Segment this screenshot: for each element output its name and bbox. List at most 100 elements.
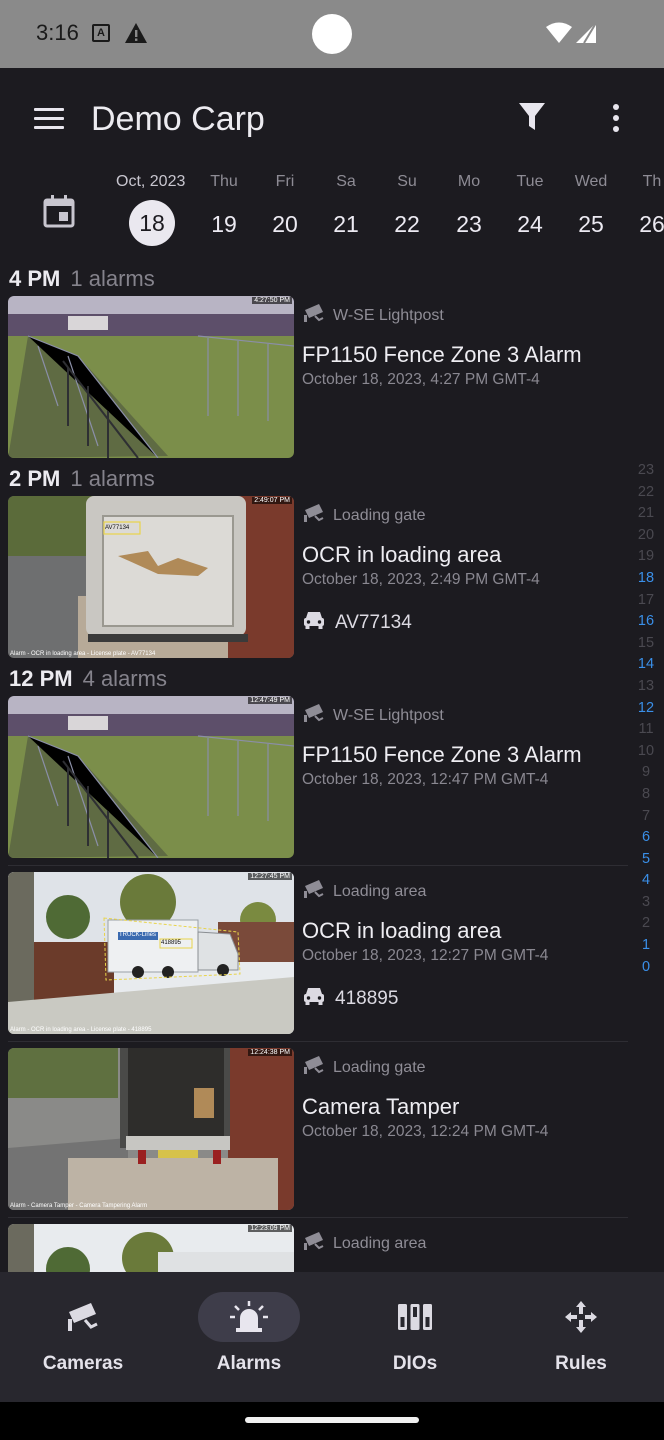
- section-count: 1 alarms: [70, 266, 155, 291]
- nav-dios[interactable]: DIOs: [332, 1272, 498, 1402]
- camera-cutout: [312, 14, 352, 54]
- camera-name: Loading area: [333, 882, 427, 900]
- day-of-week: Su: [397, 173, 417, 190]
- scroller-hour[interactable]: 9: [632, 764, 660, 786]
- nav-cameras[interactable]: Cameras: [0, 1272, 166, 1402]
- car-icon: [303, 611, 325, 635]
- alarm-title: FP1150 Fence Zone 3 Alarm: [302, 742, 582, 767]
- dio-icon: [395, 1300, 435, 1334]
- page-title: Demo Carp: [91, 100, 265, 138]
- scroller-hour[interactable]: 11: [632, 721, 660, 743]
- alarm-title: OCR in loading area: [302, 542, 502, 567]
- alarm-thumbnail[interactable]: 12:23:09 PM: [8, 1224, 294, 1272]
- nav-label: Alarms: [216, 1353, 282, 1374]
- alarm-item[interactable]: 4:27:50 PM W-SE Lightpost FP1150 Fence Z…: [0, 296, 630, 458]
- wifi-icon: [546, 22, 572, 49]
- scroller-hour[interactable]: 6: [632, 829, 660, 851]
- scroller-hour[interactable]: 10: [632, 743, 660, 765]
- alarm-thumbnail[interactable]: 2:49:07 PM AV77134 Alarm - OCR in loadin…: [8, 496, 294, 658]
- day-23[interactable]: Mo 23: [439, 173, 499, 238]
- scroller-hour[interactable]: 5: [632, 851, 660, 873]
- scroller-hour[interactable]: 12: [632, 700, 660, 722]
- section-header-2pm: 2 PM 1 alarms: [9, 466, 155, 492]
- scroller-hour[interactable]: 14: [632, 656, 660, 678]
- hour-fast-scroller[interactable]: 23 22 21 20 19 18 17 16 15 14 13 12 11 10 9 8 7 6 5 4 3 2 1 0: [632, 462, 660, 980]
- camera-row: Loading gate: [303, 504, 426, 527]
- day-20[interactable]: Fri 20: [255, 173, 315, 238]
- alarm-item[interactable]: 12:24:38 PM Alarm - Camera Tamper - Came…: [0, 1048, 630, 1210]
- alarm-item[interactable]: 12:23:09 PM Loading area: [0, 1224, 630, 1272]
- cctv-camera-icon: [303, 704, 325, 727]
- filter-icon[interactable]: [518, 102, 546, 137]
- scroller-hour[interactable]: 7: [632, 808, 660, 830]
- home-indicator[interactable]: [245, 1417, 419, 1423]
- scroller-hour[interactable]: 4: [632, 872, 660, 894]
- day-of-week: Sa: [336, 173, 356, 190]
- camera-row: Loading area: [303, 1232, 426, 1255]
- day-21[interactable]: Sa 21: [316, 173, 376, 238]
- day-18[interactable]: 18: [121, 173, 181, 246]
- day-of-week: Fri: [275, 173, 295, 190]
- scroller-hour[interactable]: 23: [632, 462, 660, 484]
- section-count: 4 alarms: [82, 666, 167, 691]
- scroller-hour[interactable]: 13: [632, 678, 660, 700]
- alarm-item[interactable]: 12:47:49 PM W-SE Lightpost FP1150 Fence …: [0, 696, 630, 858]
- day-number: 24: [517, 211, 543, 237]
- cctv-camera-icon: [303, 1056, 325, 1079]
- section-hour: 12 PM: [9, 666, 73, 691]
- top-app-bar: Demo Carp: [0, 68, 664, 172]
- thumbnail-timestamp: 12:47:49 PM: [248, 697, 292, 704]
- alarm-list[interactable]: 4 PM 1 alarms 4:27:50 PM W-SE Lightpost F…: [0, 260, 634, 1272]
- scroller-hour[interactable]: 15: [632, 635, 660, 657]
- cctv-camera-icon: [303, 880, 325, 903]
- camera-row: W-SE Lightpost: [303, 704, 444, 727]
- menu-icon[interactable]: [34, 108, 64, 130]
- day-number: 20: [272, 211, 298, 237]
- alarm-item[interactable]: 12:27:45 PM 418895 TRUCK-Lines Alarm - O…: [0, 872, 630, 1034]
- scroller-hour[interactable]: 16: [632, 613, 660, 635]
- alarm-thumbnail[interactable]: 12:24:38 PM Alarm - Camera Tamper - Came…: [8, 1048, 294, 1210]
- day-19[interactable]: Thu 19: [194, 173, 254, 238]
- alarm-thumbnail[interactable]: 12:47:49 PM: [8, 696, 294, 858]
- alarm-thumbnail[interactable]: 12:27:45 PM 418895 TRUCK-Lines Alarm - O…: [8, 872, 294, 1034]
- scroller-hour[interactable]: 1: [632, 937, 660, 959]
- scroller-hour[interactable]: 22: [632, 484, 660, 506]
- day-of-week: [121, 173, 181, 199]
- nav-rules[interactable]: Rules: [498, 1272, 664, 1402]
- more-options-icon[interactable]: [610, 104, 622, 134]
- thumbnail-timestamp: 12:23:09 PM: [248, 1225, 292, 1232]
- scroller-hour[interactable]: 21: [632, 505, 660, 527]
- nav-label: Cameras: [42, 1353, 124, 1374]
- day-number: 22: [394, 211, 420, 237]
- scroller-hour[interactable]: 3: [632, 894, 660, 916]
- day-number: 23: [456, 211, 482, 237]
- section-hour: 4 PM: [9, 266, 61, 291]
- day-number: 19: [211, 211, 237, 237]
- day-of-week: Wed: [574, 173, 608, 190]
- scroller-hour[interactable]: 18: [632, 570, 660, 592]
- day-26[interactable]: Th 26: [622, 173, 664, 238]
- day-number: 21: [333, 211, 359, 237]
- scroller-hour[interactable]: 8: [632, 786, 660, 808]
- gesture-navigation-bar: [0, 1402, 664, 1440]
- siren-icon: [229, 1300, 269, 1334]
- day-of-week: Thu: [210, 173, 238, 190]
- day-number: 25: [578, 211, 604, 237]
- day-24[interactable]: Tue 24: [500, 173, 560, 238]
- thumbnail-caption: Alarm - OCR in loading area - License pl…: [10, 651, 156, 657]
- camera-row: Loading gate: [303, 1056, 426, 1079]
- license-plate: AV77134: [303, 611, 412, 635]
- scroller-hour[interactable]: 17: [632, 592, 660, 614]
- scroller-hour[interactable]: 2: [632, 915, 660, 937]
- alarm-item[interactable]: 2:49:07 PM AV77134 Alarm - OCR in loadin…: [0, 496, 630, 658]
- scroller-hour[interactable]: 0: [632, 959, 660, 981]
- nav-alarms[interactable]: Alarms: [166, 1272, 332, 1402]
- calendar-icon[interactable]: [42, 194, 76, 233]
- scroller-hour[interactable]: 19: [632, 548, 660, 570]
- day-of-week: Th: [642, 173, 662, 190]
- scroller-hour[interactable]: 20: [632, 527, 660, 549]
- alarm-thumbnail[interactable]: 4:27:50 PM: [8, 296, 294, 458]
- nav-label: DIOs: [392, 1353, 438, 1374]
- day-22[interactable]: Su 22: [377, 173, 437, 238]
- day-25[interactable]: Wed 25: [561, 173, 621, 238]
